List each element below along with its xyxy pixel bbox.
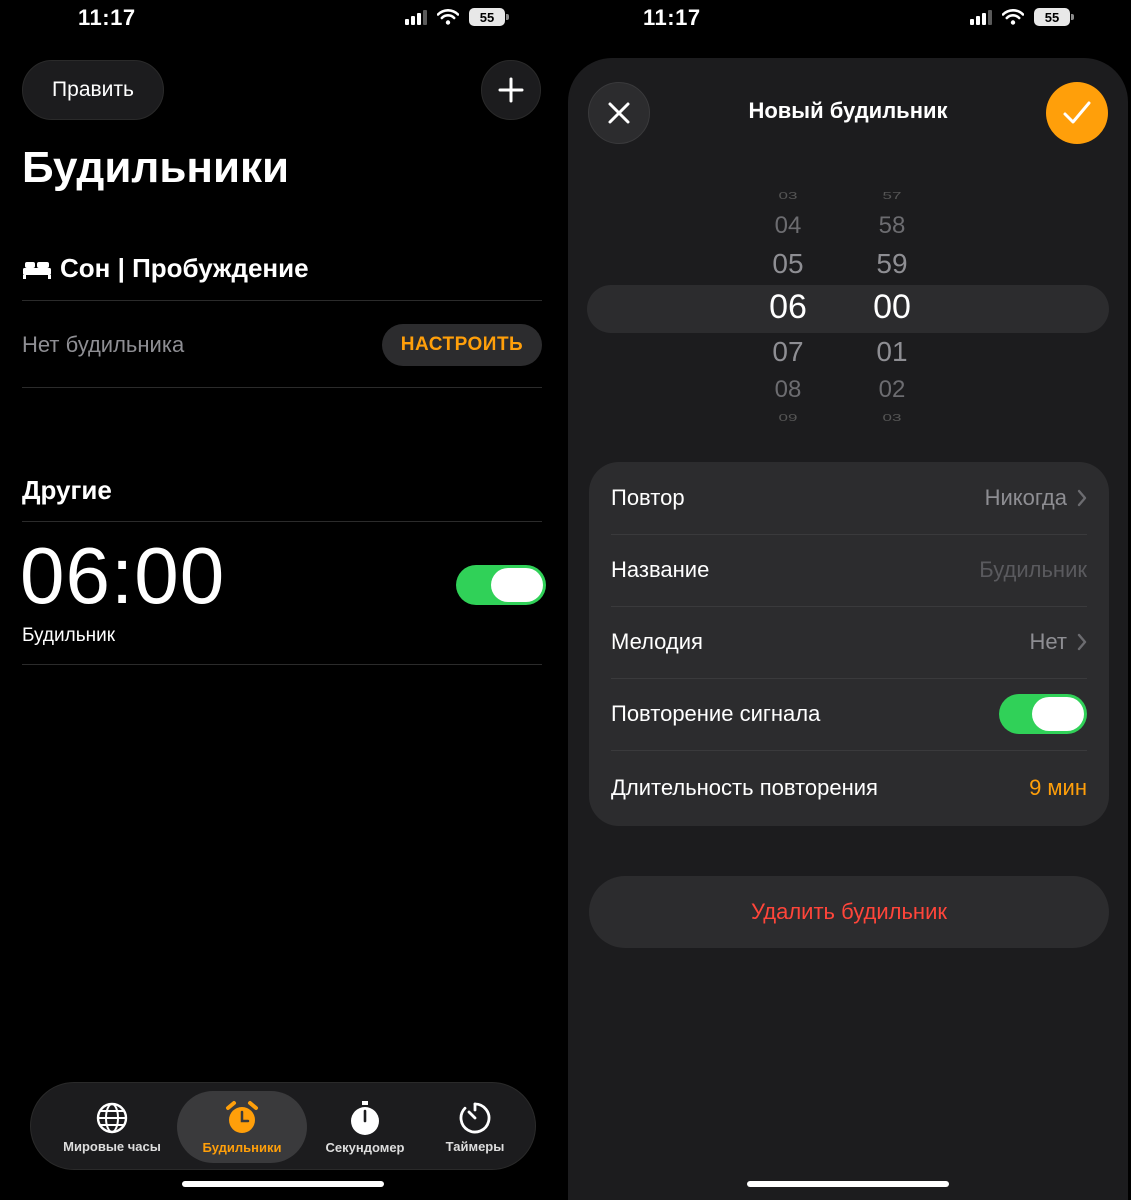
- new-alarm-screen: 11:17 55 Новый будильник 03 04 05 06 07 …: [565, 0, 1131, 1200]
- alarm-toggle[interactable]: [456, 565, 546, 605]
- home-indicator: [182, 1181, 384, 1187]
- sleep-heading-text: Сон | Пробуждение: [60, 253, 309, 283]
- minute-wheel[interactable]: 57 58 59 00 01 02 03: [857, 180, 927, 435]
- picker-item: 58: [878, 212, 906, 239]
- snooze-duration-row[interactable]: Длительность повторения 9 мин: [611, 750, 1087, 826]
- alarms-screen: 11:17 55 Править Будильники Сон | Пробуж…: [0, 0, 565, 1200]
- tab-label: Будильники: [202, 1139, 282, 1155]
- picker-selection-band: [587, 285, 1109, 333]
- home-indicator: [747, 1181, 949, 1187]
- picker-item: 57: [882, 190, 902, 202]
- sound-row[interactable]: Мелодия Нет: [611, 606, 1087, 678]
- status-icons: 55: [405, 8, 509, 26]
- row-label: Мелодия: [611, 629, 703, 654]
- alarm-time: 06:00: [20, 531, 226, 620]
- picker-item: 59: [876, 248, 908, 279]
- tab-world-clock[interactable]: Мировые часы: [45, 1091, 179, 1163]
- tab-label: Таймеры: [445, 1138, 505, 1154]
- chevron-right-icon: [1077, 489, 1087, 507]
- sleep-section-heading: Сон | Пробуждение: [22, 253, 309, 284]
- save-button[interactable]: [1046, 82, 1108, 144]
- alarm-row[interactable]: 06:00 Будильник: [0, 522, 565, 664]
- plus-icon: [498, 77, 524, 103]
- delete-alarm-button[interactable]: Удалить будильник: [589, 876, 1109, 948]
- no-alarm-text: Нет будильника: [22, 332, 185, 357]
- picker-item: 08: [774, 376, 802, 403]
- cellular-signal-icon: [405, 9, 427, 25]
- snooze-toggle[interactable]: [999, 694, 1087, 734]
- label-row[interactable]: Название Будильник: [611, 534, 1087, 606]
- tab-label: Мировые часы: [63, 1138, 161, 1154]
- page-title: Будильники: [22, 143, 290, 192]
- picker-item: 05: [772, 248, 804, 279]
- stopwatch-icon: [351, 1100, 379, 1135]
- tab-stopwatch[interactable]: Секундомер: [311, 1091, 419, 1163]
- picker-item: 03: [778, 190, 798, 202]
- chevron-right-icon: [1077, 633, 1087, 651]
- divider: [22, 300, 542, 301]
- tab-timers[interactable]: Таймеры: [427, 1091, 523, 1163]
- status-time: 11:17: [643, 5, 701, 30]
- status-time: 11:17: [78, 5, 136, 30]
- divider: [22, 387, 542, 388]
- timer-icon: [459, 1102, 491, 1133]
- divider: [22, 664, 542, 665]
- row-value: 9 мин: [1029, 775, 1087, 800]
- row-label: Название: [611, 557, 710, 582]
- picker-selected-minute: 00: [873, 288, 911, 326]
- picker-selected-hour: 06: [769, 288, 807, 326]
- tab-label: Секундомер: [325, 1139, 405, 1155]
- row-value: Нет: [1029, 629, 1067, 654]
- picker-item: 07: [772, 336, 804, 367]
- bed-icon: [23, 261, 51, 279]
- snooze-row: Повторение сигнала: [611, 678, 1087, 750]
- row-value: Никогда: [984, 485, 1067, 510]
- status-bar: 11:17 55: [0, 0, 565, 40]
- status-bar: 11:17 55: [565, 0, 1131, 40]
- cellular-signal-icon: [970, 9, 992, 25]
- checkmark-icon: [1063, 101, 1091, 124]
- globe-icon: [96, 1102, 128, 1133]
- add-alarm-button[interactable]: [481, 60, 541, 120]
- edit-button[interactable]: Править: [22, 60, 164, 120]
- wifi-icon: [1002, 9, 1024, 25]
- picker-item: 02: [878, 376, 906, 403]
- setup-button[interactable]: НАСТРОИТЬ: [382, 324, 542, 366]
- repeat-row[interactable]: Повтор Никогда: [611, 462, 1087, 534]
- picker-item: 03: [882, 412, 902, 424]
- picker-item: 04: [774, 212, 802, 239]
- row-label: Повторение сигнала: [611, 701, 821, 726]
- row-label: Длительность повторения: [611, 775, 878, 800]
- status-icons: 55: [970, 8, 1074, 26]
- alarm-label: Будильник: [22, 625, 116, 646]
- alarm-name-input[interactable]: Будильник: [979, 557, 1087, 583]
- wifi-icon: [437, 9, 459, 25]
- alarm-settings-list: Повтор Никогда Название Будильник Мелоди…: [589, 462, 1109, 826]
- tab-alarms[interactable]: Будильники: [177, 1091, 307, 1163]
- picker-item: 09: [778, 412, 798, 424]
- battery-icon: 55: [469, 8, 509, 26]
- other-section-heading: Другие: [22, 475, 112, 505]
- tab-bar: Мировые часы Будильники Секундомер Тайме…: [30, 1082, 536, 1170]
- picker-item: 01: [876, 336, 908, 367]
- hour-wheel[interactable]: 03 04 05 06 07 08 09: [753, 180, 823, 435]
- battery-icon: 55: [1034, 8, 1074, 26]
- row-label: Повтор: [611, 485, 685, 510]
- alarm-clock-icon: [226, 1100, 258, 1133]
